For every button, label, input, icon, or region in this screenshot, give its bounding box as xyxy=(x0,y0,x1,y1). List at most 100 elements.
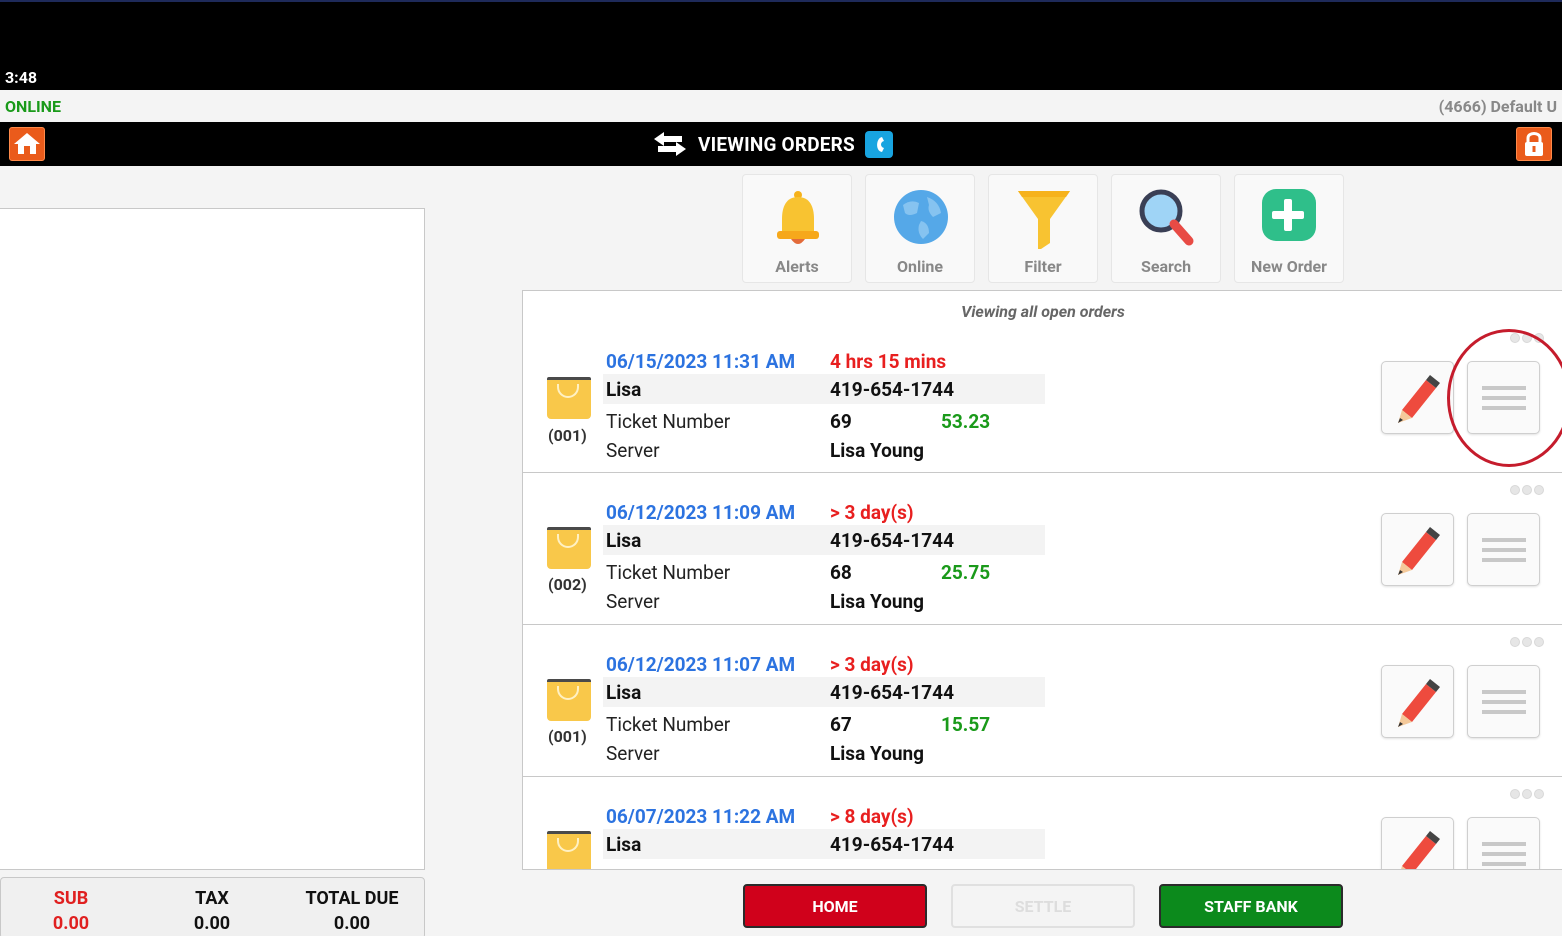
order-row[interactable]: (001) 06/12/2023 11:07 AM > 3 day(s) Lis… xyxy=(523,625,1562,777)
totals-summary: SUB 0.00 TAX 0.00 TOTAL DUE 0.00 xyxy=(0,877,425,936)
seat-number: (002) xyxy=(548,575,587,594)
row-highlight xyxy=(603,525,1045,555)
ticket-label: Ticket Number xyxy=(606,713,731,736)
system-status-bar: 3:48 xyxy=(0,0,1562,90)
pencil-icon xyxy=(1398,375,1440,423)
search-label: Search xyxy=(1140,257,1192,276)
subtotal: SUB 0.00 xyxy=(52,888,90,934)
order-menu-button[interactable] xyxy=(1467,513,1540,586)
edit-order-button[interactable] xyxy=(1381,361,1454,434)
order-datetime: 06/12/2023 11:07 AM xyxy=(606,653,796,676)
order-datetime: 06/07/2023 11:22 AM xyxy=(606,805,796,828)
order-datetime: 06/12/2023 11:09 AM xyxy=(606,501,796,524)
customer-phone: 419-654-1744 xyxy=(830,681,954,704)
shopping-bag-icon xyxy=(547,679,591,721)
alerts-button[interactable]: Alerts xyxy=(742,174,852,283)
more-dots-icon xyxy=(1510,789,1544,799)
highlight-circle xyxy=(1447,329,1562,467)
order-amount: 15.57 xyxy=(941,713,991,736)
row-highlight xyxy=(603,677,1045,707)
order-datetime: 06/15/2023 11:31 AM xyxy=(606,350,796,373)
order-elapsed: > 8 day(s) xyxy=(830,805,914,828)
settle-button[interactable]: SETTLE xyxy=(951,884,1135,928)
total-due: TOTAL DUE 0.00 xyxy=(305,888,399,934)
server-label: Server xyxy=(606,590,660,613)
bell-icon xyxy=(777,191,819,244)
customer-phone: 419-654-1744 xyxy=(830,378,954,401)
customer-phone: 419-654-1744 xyxy=(830,833,954,856)
ticket-label: Ticket Number xyxy=(606,410,731,433)
search-button[interactable]: Search xyxy=(1111,174,1221,283)
page-title: VIEWING ORDERS xyxy=(698,132,855,156)
menu-icon xyxy=(1482,690,1526,720)
order-elapsed: > 3 day(s) xyxy=(830,653,914,676)
order-row[interactable]: 06/07/2023 11:22 AM > 8 day(s) Lisa 419-… xyxy=(523,777,1562,869)
edit-order-button[interactable] xyxy=(1381,513,1454,586)
home-button[interactable]: HOME xyxy=(743,884,927,928)
online-button[interactable]: Online xyxy=(865,174,975,283)
customer-name: Lisa xyxy=(606,529,642,552)
user-label: (4666) Default U xyxy=(1438,97,1557,116)
new-order-button[interactable]: New Order xyxy=(1234,174,1344,283)
ticket-number: 68 xyxy=(830,561,852,584)
filter-button[interactable]: Filter xyxy=(988,174,1098,283)
customer-phone: 419-654-1744 xyxy=(830,529,954,552)
edit-order-button[interactable] xyxy=(1381,817,1454,869)
seat-number: (001) xyxy=(548,727,587,746)
order-row[interactable]: (001) 06/15/2023 11:31 AM 4 hrs 15 mins … xyxy=(523,321,1562,473)
edit-order-button[interactable] xyxy=(1381,665,1454,738)
menu-icon xyxy=(1482,842,1526,869)
globe-icon xyxy=(894,190,948,244)
title-bar: VIEWING ORDERS xyxy=(0,122,1562,166)
order-menu-button[interactable] xyxy=(1467,817,1540,869)
pencil-icon xyxy=(1401,831,1440,869)
tax-total: TAX 0.00 xyxy=(193,888,231,934)
row-highlight xyxy=(603,374,1045,404)
phone-icon[interactable] xyxy=(864,130,893,158)
server-name: Lisa Young xyxy=(830,742,924,765)
online-status: ONLINE xyxy=(5,97,61,116)
server-name: Lisa Young xyxy=(830,590,924,613)
shopping-bag-icon xyxy=(547,527,591,569)
orders-caption: Viewing all open orders xyxy=(961,302,1125,321)
order-menu-button[interactable] xyxy=(1467,665,1540,738)
server-name: Lisa Young xyxy=(830,439,924,462)
order-row[interactable]: (002) 06/12/2023 11:09 AM > 3 day(s) Lis… xyxy=(523,473,1562,625)
row-highlight xyxy=(603,829,1045,859)
ticket-number: 69 xyxy=(830,410,852,433)
clock: 3:48 xyxy=(5,68,38,87)
server-label: Server xyxy=(606,439,660,462)
order-elapsed: 4 hrs 15 mins xyxy=(830,350,947,373)
title-group: VIEWING ORDERS xyxy=(652,128,893,160)
server-label: Server xyxy=(606,742,660,765)
more-dots-icon xyxy=(1510,637,1544,647)
alerts-label: Alerts xyxy=(775,257,819,276)
plus-icon xyxy=(1262,189,1316,241)
new-order-label: New Order xyxy=(1251,257,1327,276)
menu-icon xyxy=(1482,538,1526,568)
filter-label: Filter xyxy=(1024,257,1062,276)
pencil-icon xyxy=(1398,527,1440,575)
order-elapsed: > 3 day(s) xyxy=(830,501,914,524)
shopping-bag-icon xyxy=(547,831,591,869)
order-amount: 25.75 xyxy=(941,561,991,584)
pencil-icon xyxy=(1398,679,1440,727)
seat-number: (001) xyxy=(548,426,587,445)
ticket-number: 67 xyxy=(830,713,852,736)
staff-bank-button[interactable]: STAFF BANK xyxy=(1159,884,1343,928)
customer-name: Lisa xyxy=(606,833,642,856)
orders-list: Viewing all open orders (001) 06/15/2023… xyxy=(522,290,1562,870)
shopping-bag-icon xyxy=(547,377,591,419)
swap-arrows-icon[interactable] xyxy=(652,130,688,158)
customer-name: Lisa xyxy=(606,681,642,704)
search-icon xyxy=(1139,189,1194,246)
funnel-icon xyxy=(1018,191,1070,249)
lock-icon xyxy=(1525,132,1543,156)
lock-icon-button[interactable] xyxy=(1516,127,1552,161)
customer-name: Lisa xyxy=(606,378,642,401)
ticket-panel xyxy=(0,208,425,870)
home-icon xyxy=(14,133,40,154)
order-amount: 53.23 xyxy=(941,410,991,433)
home-icon-button[interactable] xyxy=(9,127,45,161)
more-dots-icon xyxy=(1510,485,1544,495)
